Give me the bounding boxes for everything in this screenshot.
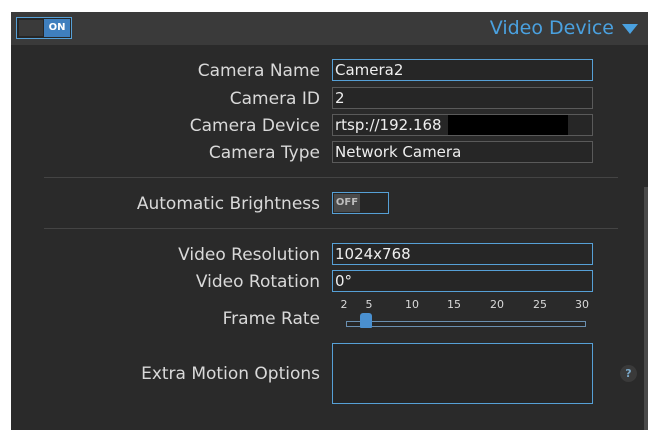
section-title[interactable]: Video Device [490, 17, 614, 39]
toggle-off-label: OFF [334, 194, 360, 212]
camera-device-input[interactable]: rtsp://192.168 [332, 114, 593, 136]
frame-rate-slider-track[interactable] [346, 321, 586, 327]
frame-rate-tick: 15 [447, 298, 461, 311]
frame-rate-slider-handle[interactable] [360, 313, 373, 328]
divider [44, 228, 618, 229]
extra-motion-label: Extra Motion Options [141, 364, 320, 384]
frame-rate-tick: 2 [340, 298, 348, 311]
video-rotation-label: Video Rotation [195, 272, 320, 292]
help-icon[interactable]: ? [620, 365, 637, 382]
auto-brightness-label: Automatic Brightness [136, 194, 320, 214]
camera-id-label: Camera ID [229, 89, 320, 109]
auto-brightness-toggle[interactable]: OFF [332, 192, 389, 214]
frame-rate-label: Frame Rate [222, 309, 320, 329]
frame-rate-tick: 30 [575, 298, 589, 311]
caret-down-icon[interactable] [622, 24, 638, 34]
camera-type-input[interactable]: Network Camera [332, 141, 593, 163]
video-resolution-select[interactable]: 1024x768 [332, 243, 593, 265]
camera-name-label: Camera Name [197, 61, 320, 81]
video-resolution-label: Video Resolution [178, 245, 320, 265]
camera-type-label: Camera Type [208, 143, 320, 163]
camera-id-input[interactable]: 2 [332, 87, 593, 109]
camera-device-value: rtsp://192.168 [335, 116, 442, 134]
frame-rate-tick: 5 [365, 298, 373, 311]
frame-rate-tick: 25 [533, 298, 547, 311]
toggle-knob [19, 20, 43, 36]
extra-motion-textarea[interactable] [332, 343, 593, 404]
frame-rate-ticks: 2 5 10 15 20 25 30 [332, 298, 597, 312]
video-rotation-select[interactable]: 0° [332, 270, 593, 292]
frame-rate-tick: 20 [490, 298, 504, 311]
redaction-block [448, 115, 568, 135]
settings-panel: ON Video Device Camera Name Camera2 Came… [11, 12, 648, 430]
section-header: ON Video Device [11, 12, 648, 45]
camera-name-input[interactable]: Camera2 [332, 59, 593, 81]
scrollbar[interactable] [644, 187, 648, 430]
camera-device-label: Camera Device [189, 116, 320, 136]
frame-rate-tick: 10 [405, 298, 419, 311]
divider [44, 177, 618, 178]
toggle-on-label: ON [44, 19, 70, 37]
enable-toggle[interactable]: ON [16, 17, 72, 39]
